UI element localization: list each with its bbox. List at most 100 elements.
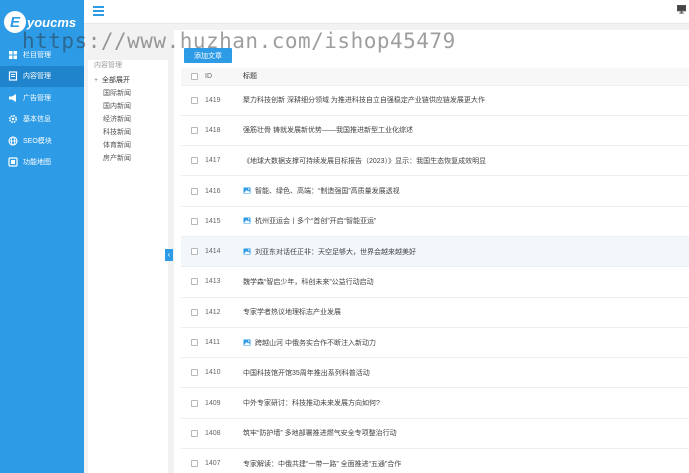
category-tree: 内容管理 + 全部展开 国际新闻 国内新闻 经济新闻 科技新闻 体育新闻 房产新闻: [88, 60, 168, 473]
row-title: 《地球大数据支撑可持续发展目标报告（2023）》显示：我国生态恢复成效明显: [243, 157, 487, 165]
image-icon: [243, 217, 251, 224]
row-checkbox[interactable]: [191, 248, 198, 256]
map-icon: [8, 157, 18, 167]
table-row: 1418 强筋壮骨 铸就发展新优势——我国推进新型工业化综述: [181, 115, 689, 145]
row-title-cell[interactable]: 智能、绿色、高端：“制造强国”高质量发展透视: [243, 176, 689, 206]
table-row: 1411 跨越山河 中俄务实合作不断注入新动力: [181, 327, 689, 357]
row-title-cell[interactable]: 《地球大数据支撑可持续发展目标报告（2023）》显示：我国生态恢复成效明显: [243, 146, 689, 176]
row-title: 魏学森“智启少年，科创未来”公益行动启动: [243, 278, 374, 286]
row-title-cell[interactable]: 杭州亚运会丨多个“首创”开启“智能亚运”: [243, 206, 689, 236]
plus-icon: +: [94, 77, 99, 84]
sidebar-item-2[interactable]: 广告管理: [0, 87, 84, 109]
menu-toggle-icon[interactable]: [93, 6, 104, 16]
row-title: 强筋壮骨 铸就发展新优势——我国推进新型工业化综述: [243, 127, 413, 135]
table-row: 1416 智能、绿色、高端：“制造强国”高质量发展透视: [181, 175, 689, 206]
row-id: 1413: [205, 278, 221, 286]
table-row: 1410 中国科技馆开馆35周年推出系列科普活动: [181, 357, 689, 388]
row-id: 1415: [205, 217, 221, 225]
tree-item[interactable]: 国际新闻: [88, 87, 168, 100]
row-id: 1409: [205, 399, 221, 407]
row-checkbox[interactable]: [191, 369, 198, 377]
table-row: 1412 专家学者热议地理标志产业发展: [181, 297, 689, 327]
row-checkbox[interactable]: [191, 157, 198, 165]
row-title: 跨越山河 中俄务实合作不断注入新动力: [255, 339, 376, 347]
row-checkbox[interactable]: [191, 278, 198, 286]
collapse-tree-button[interactable]: ‹: [165, 249, 173, 261]
row-id: 1411: [205, 339, 221, 347]
row-checkbox[interactable]: [191, 217, 198, 225]
tree-header: 内容管理: [94, 62, 122, 69]
row-title: 筑牢“防护墙” 多地部署推进燃气安全专项整治行动: [243, 430, 397, 438]
logo: E youcms: [0, 0, 84, 44]
sidebar-item-label: 内容管理: [23, 73, 51, 81]
sidebar-item-label: 功能地图: [23, 159, 51, 167]
sidebar: E youcms 栏目管理内容管理广告管理基本信息 SEO模块功能地图: [0, 0, 84, 473]
top-bar: [84, 0, 689, 24]
row-id: 1410: [205, 369, 221, 377]
row-checkbox[interactable]: [191, 429, 198, 437]
tree-expand-all[interactable]: + 全部展开: [88, 74, 168, 87]
header-id: ID: [205, 72, 212, 80]
select-all-checkbox[interactable]: [191, 72, 198, 80]
row-checkbox[interactable]: [191, 399, 198, 407]
header-title: 标题: [243, 73, 257, 81]
row-title-cell[interactable]: 刘亚东对话任正非：天空足够大，世界会越来越美好: [243, 236, 689, 266]
row-checkbox[interactable]: [191, 126, 198, 134]
sidebar-item-label: 栏目管理: [23, 51, 51, 59]
tree-item[interactable]: 经济新闻: [88, 113, 168, 126]
row-title-cell[interactable]: 专家学者热议地理标志产业发展: [243, 297, 689, 327]
row-checkbox[interactable]: [191, 339, 198, 347]
row-title: 中外专家研讨：科技推动未来发展方向如何?: [243, 400, 380, 408]
sidebar-item-4[interactable]: SEO模块: [0, 130, 84, 152]
table-row: 1414 刘亚东对话任正非：天空足够大，世界会越来越美好: [181, 236, 689, 267]
sidebar-item-0[interactable]: 栏目管理: [0, 44, 84, 66]
table-row: 1417 《地球大数据支撑可持续发展目标报告（2023）》显示：我国生态恢复成效明…: [181, 145, 689, 176]
table-row: 1408 筑牢“防护墙” 多地部署推进燃气安全专项整治行动: [181, 418, 689, 448]
logo-badge: E: [4, 11, 26, 33]
row-title-cell[interactable]: 专家解读：中俄共建“一带一路” 全面推进“五通”合作: [243, 449, 689, 473]
row-title: 杭州亚运会丨多个“首创”开启“智能亚运”: [255, 218, 377, 226]
row-checkbox[interactable]: [191, 460, 198, 468]
table-row: 1409 中外专家研讨：科技推动未来发展方向如何?: [181, 387, 689, 418]
sidebar-item-label: 广告管理: [23, 94, 51, 102]
row-title-cell[interactable]: 中外专家研讨：科技推动未来发展方向如何?: [243, 388, 689, 418]
tree-item[interactable]: 国内新闻: [88, 100, 168, 113]
row-title: 专家解读：中俄共建“一带一路” 全面推进“五通”合作: [243, 460, 402, 468]
row-title-cell[interactable]: 中国科技馆开馆35周年推出系列科普活动: [243, 358, 689, 388]
monitor-icon[interactable]: [677, 5, 686, 14]
row-title-cell[interactable]: 魏学森“智启少年，科创未来”公益行动启动: [243, 267, 689, 297]
document-icon: [8, 71, 18, 81]
tree-item[interactable]: 体育新闻: [88, 139, 168, 152]
row-id: 1407: [205, 460, 221, 468]
article-table: ID 标题 1419 聚力科技创新 深耕细分领域 为推进科技自立自强稳定产业链供应…: [181, 68, 689, 473]
row-checkbox[interactable]: [191, 308, 198, 316]
row-title-cell[interactable]: 聚力科技创新 深耕细分领域 为推进科技自立自强稳定产业链供应链发展更大作: [243, 85, 689, 115]
row-title: 专家学者热议地理标志产业发展: [243, 309, 341, 317]
table-row: 1415 杭州亚运会丨多个“首创”开启“智能亚运”: [181, 206, 689, 236]
sidebar-item-1[interactable]: 内容管理: [0, 65, 84, 87]
sidebar-item-label: SEO模块: [23, 137, 52, 145]
table-header-row: ID 标题: [181, 68, 689, 85]
sidebar-item-3[interactable]: 基本信息: [0, 109, 84, 131]
row-checkbox[interactable]: [191, 187, 198, 195]
image-icon: [243, 248, 251, 255]
row-id: 1418: [205, 126, 221, 134]
row-title: 聚力科技创新 深耕细分领域 为推进科技自立自强稳定产业链供应链发展更大作: [243, 97, 485, 105]
image-icon: [243, 339, 251, 346]
add-article-button[interactable]: 添加文章: [184, 48, 232, 63]
tree-item[interactable]: 房产新闻: [88, 152, 168, 165]
logo-text: youcms: [27, 14, 77, 30]
tree-item[interactable]: 科技新闻: [88, 126, 168, 139]
row-title-cell[interactable]: 强筋壮骨 铸就发展新优势——我国推进新型工业化综述: [243, 115, 689, 145]
tree-root-label: 全部展开: [102, 77, 130, 84]
row-id: 1412: [205, 308, 221, 316]
row-id: 1417: [205, 157, 221, 165]
row-id: 1416: [205, 187, 221, 195]
sidebar-item-5[interactable]: 功能地图: [0, 152, 84, 174]
sidebar-item-label: 基本信息: [23, 116, 51, 124]
row-title: 刘亚东对话任正非：天空足够大，世界会越来越美好: [255, 248, 416, 256]
globe-icon: [8, 136, 18, 146]
row-checkbox[interactable]: [191, 96, 198, 104]
row-title-cell[interactable]: 筑牢“防护墙” 多地部署推进燃气安全专项整治行动: [243, 418, 689, 448]
row-title-cell[interactable]: 跨越山河 中俄务实合作不断注入新动力: [243, 327, 689, 357]
